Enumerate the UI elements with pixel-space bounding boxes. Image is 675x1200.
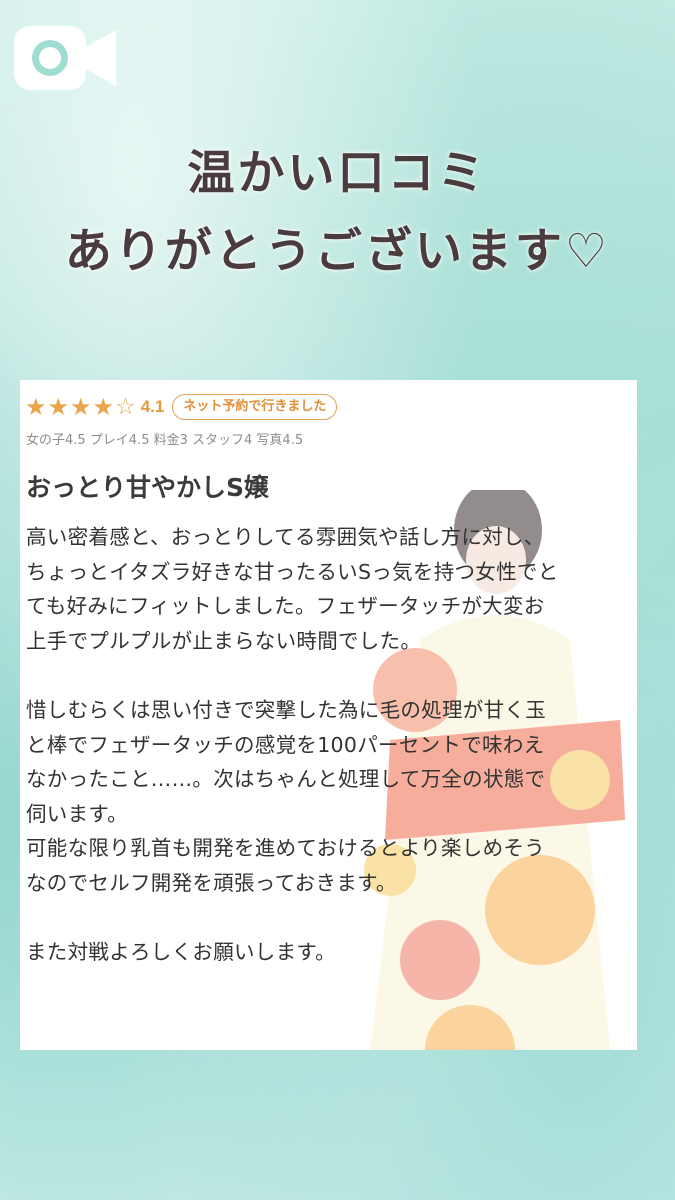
star-rating: ★ ★ ★ ★ ☆ (25, 395, 137, 419)
star-full-icon: ★ (25, 393, 47, 421)
review-title: おっとり甘やかしS嬢 (26, 473, 270, 502)
star-empty-icon: ☆ (115, 394, 136, 420)
review-line: 惜しむらくは思い付きで突撃した為に毛の処理が甘く玉 (26, 697, 546, 722)
review-card: ★ ★ ★ ★ ☆ 4.1 ネット予約で行きました 女の子4.5 プレイ4.5 … (20, 380, 637, 1050)
review-line: 可能な限り乳首も開発を進めておけるとより楽しめそう (26, 836, 545, 861)
review-line: と棒でフェザータッチの感覚を100パーセントで味わえ (26, 732, 545, 757)
review-line: なのでセルフ開発を頑張っておきます。 (26, 870, 397, 895)
review-body: 高い密着感と、おっとりしてる雰囲気や話し方に対し、 ちょっとイタズラ好きな甘った… (26, 520, 634, 970)
review-line: ても好みにフィットしました。フェザータッチが大変お (26, 594, 545, 619)
star-full-icon: ★ (47, 393, 70, 421)
headline-line-2: ありがとうございます♡ (64, 224, 611, 279)
headline-line-1: 温かい口コミ (187, 146, 488, 201)
star-full-icon: ★ (92, 393, 115, 421)
rating-value: 4.1 (140, 397, 165, 416)
star-full-icon: ★ (70, 393, 92, 421)
review-line: また対戦よろしくお願いします。 (26, 940, 336, 965)
score-breakdown: 女の子4.5 プレイ4.5 料金3 スタッフ4 写真4.5 (26, 433, 304, 448)
review-line: 上手でプルプルが止まらない時間でした。 (26, 628, 422, 653)
review-line: 高い密着感と、おっとりしてる雰囲気や話し方に対し、 (26, 525, 545, 549)
video-camera-icon[interactable] (12, 22, 118, 94)
headline: 温かい口コミ ありがとうございます♡ (0, 135, 675, 291)
review-line: 伺います。 (26, 801, 128, 826)
review-line: ちょっとイタズラ好きな甘ったるいSっ気を持つ女性でと (26, 559, 559, 584)
booking-badge: ネット予約で行きました (172, 394, 338, 420)
review-line: なかったこと……。次はちゃんと処理して万全の状態で (26, 767, 546, 792)
rating-row: ★ ★ ★ ★ ☆ 4.1 ネット予約で行きました (25, 392, 338, 422)
